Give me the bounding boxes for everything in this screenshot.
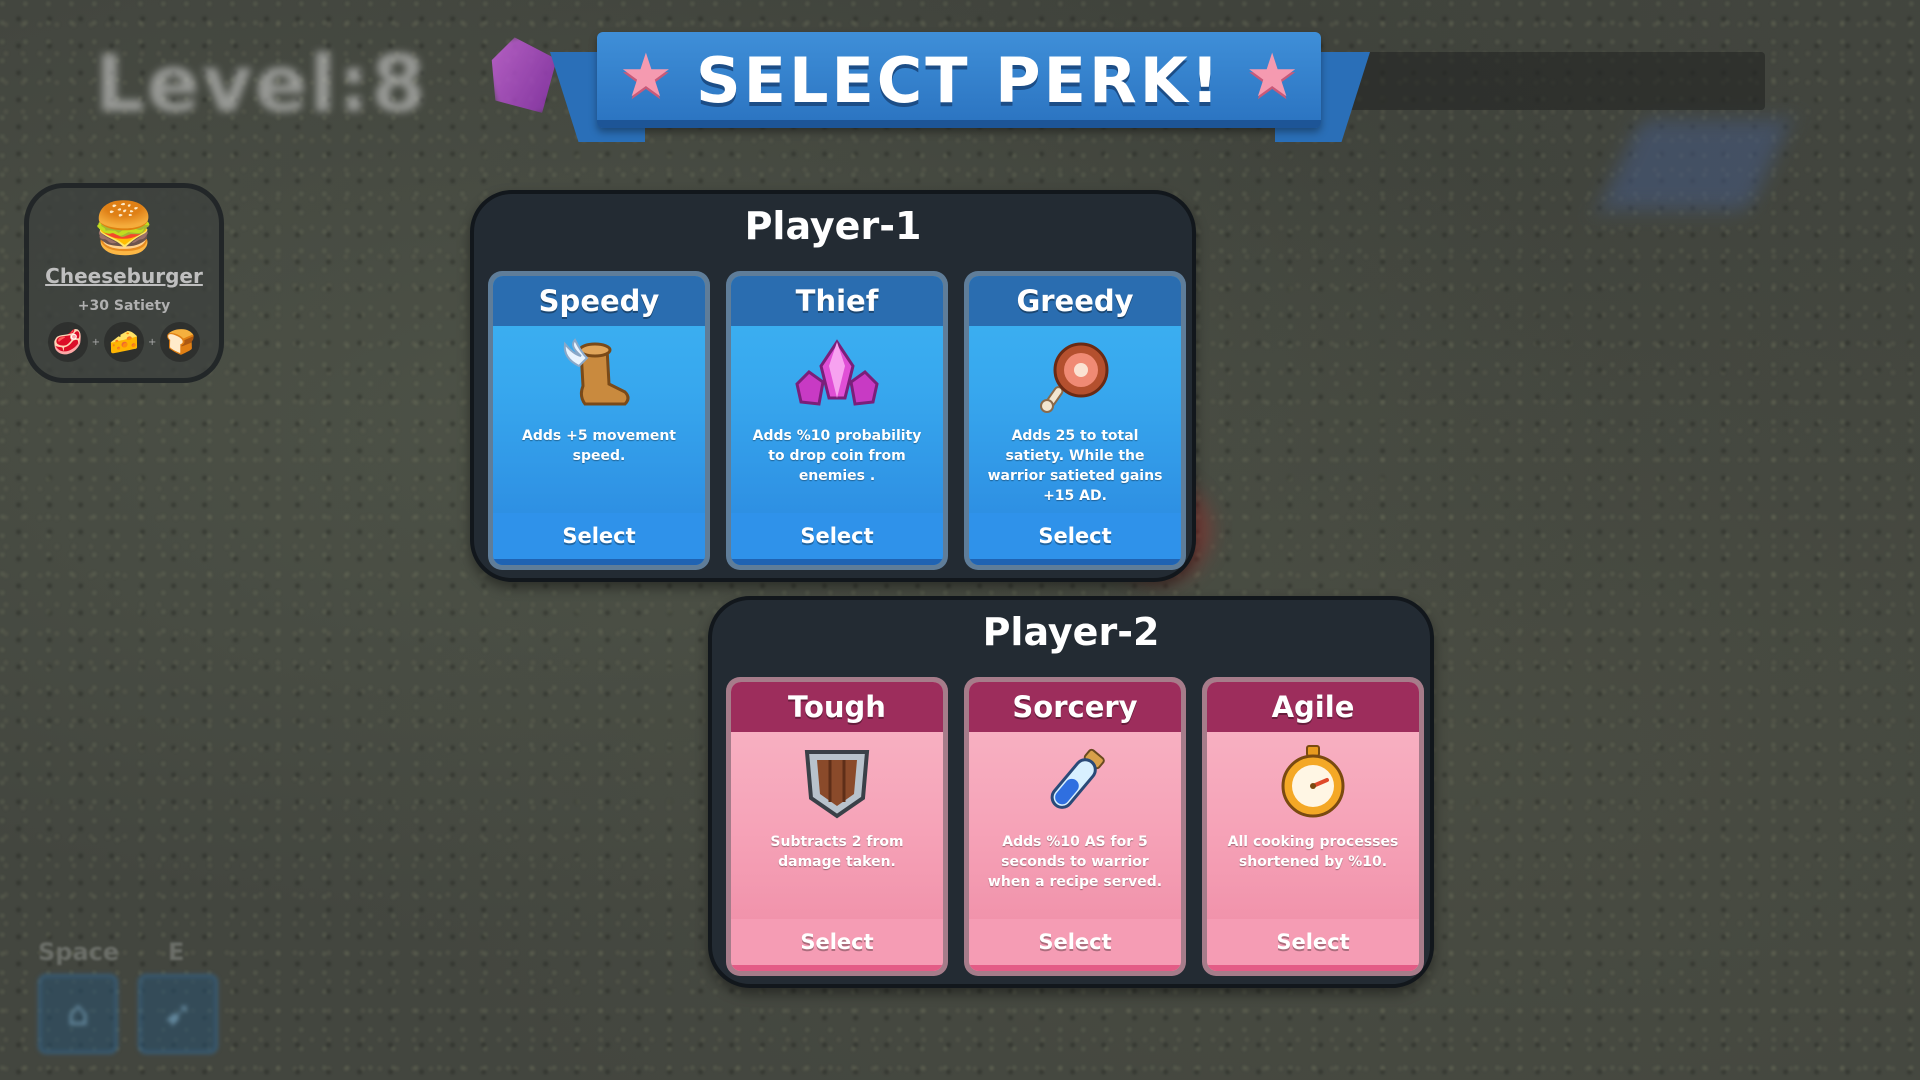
key-label-space: Space bbox=[38, 938, 120, 966]
cheese-icon: 🧀 bbox=[104, 322, 144, 362]
plus-icon: + bbox=[91, 336, 100, 348]
recipe-card: 🍔 Cheeseburger +30 Satiety 🥩 + 🧀 + 🍞 bbox=[24, 183, 224, 383]
player-1-panel: Player-1 Speedy Adds +5 movement speed. … bbox=[470, 190, 1196, 582]
perk-card-agile[interactable]: Agile All cooking processes shortened by… bbox=[1202, 677, 1424, 976]
perk-description: All cooking processes shortened by %10. bbox=[1227, 834, 1399, 870]
perk-name: Greedy bbox=[969, 276, 1181, 326]
perk-card-sorcery[interactable]: Sorcery Adds %10 AS for 5 seconds to war… bbox=[964, 677, 1186, 976]
pink-crystals-icon bbox=[731, 326, 943, 426]
perk-card-greedy[interactable]: Greedy Adds 25 to total satiety. While t… bbox=[964, 271, 1186, 570]
recipe-ingredients: 🥩 + 🧀 + 🍞 bbox=[29, 322, 219, 362]
select-button[interactable]: Select bbox=[731, 513, 943, 565]
star-icon: ★ bbox=[1245, 41, 1299, 111]
plus-icon: + bbox=[148, 336, 157, 348]
perk-description: Adds %10 AS for 5 seconds to warrior whe… bbox=[987, 834, 1163, 890]
perk-description: Adds %10 probability to drop coin from e… bbox=[752, 428, 922, 484]
level-indicator: Level:8 bbox=[95, 40, 428, 130]
player-2-panel: Player-2 Tough Subtracts 2 from damage t… bbox=[708, 596, 1434, 988]
perk-name: Speedy bbox=[493, 276, 705, 326]
perk-name: Thief bbox=[731, 276, 943, 326]
perk-card-speedy[interactable]: Speedy Adds +5 movement speed. Select bbox=[488, 271, 710, 570]
dash-icon: ➹ bbox=[138, 974, 218, 1054]
perk-description: Adds +5 movement speed. bbox=[522, 428, 676, 464]
page-title: SELECT PERK! bbox=[695, 44, 1223, 117]
select-button[interactable]: Select bbox=[493, 513, 705, 565]
perk-name: Agile bbox=[1207, 682, 1419, 732]
select-button[interactable]: Select bbox=[969, 919, 1181, 971]
perk-description: Subtracts 2 from damage taken. bbox=[770, 834, 904, 870]
perk-card-thief[interactable]: Thief Adds %10 probability to drop coin … bbox=[726, 271, 948, 570]
perk-description: Adds 25 to total satiety. While the warr… bbox=[987, 428, 1163, 504]
perk-name: Sorcery bbox=[969, 682, 1181, 732]
title-banner: ★ SELECT PERK! ★ bbox=[597, 32, 1321, 128]
meat-leg-icon bbox=[969, 326, 1181, 426]
stopwatch-icon bbox=[1207, 732, 1419, 832]
experience-bar bbox=[1340, 52, 1765, 110]
perk-card-tough[interactable]: Tough Subtracts 2 from damage taken. Sel… bbox=[726, 677, 948, 976]
panel-title: Player-2 bbox=[982, 610, 1160, 654]
meat-patty-icon: 🥩 bbox=[47, 322, 88, 362]
select-button[interactable]: Select bbox=[1207, 919, 1419, 971]
bun-icon: 🍞 bbox=[160, 322, 201, 362]
recipe-name[interactable]: Cheeseburger bbox=[29, 264, 219, 288]
recipe-bonus: +30 Satiety bbox=[77, 298, 171, 314]
cheeseburger-icon: 🍔 bbox=[92, 199, 156, 257]
panel-title: Player-1 bbox=[744, 204, 922, 248]
select-button[interactable]: Select bbox=[969, 513, 1181, 565]
perk-name: Tough bbox=[731, 682, 943, 732]
key-label-e: E bbox=[168, 938, 185, 966]
select-button[interactable]: Select bbox=[731, 919, 943, 971]
jump-icon: ⌂ bbox=[38, 974, 118, 1054]
winged-boot-icon bbox=[493, 326, 705, 426]
potion-icon bbox=[969, 732, 1181, 832]
shield-icon bbox=[731, 732, 943, 832]
